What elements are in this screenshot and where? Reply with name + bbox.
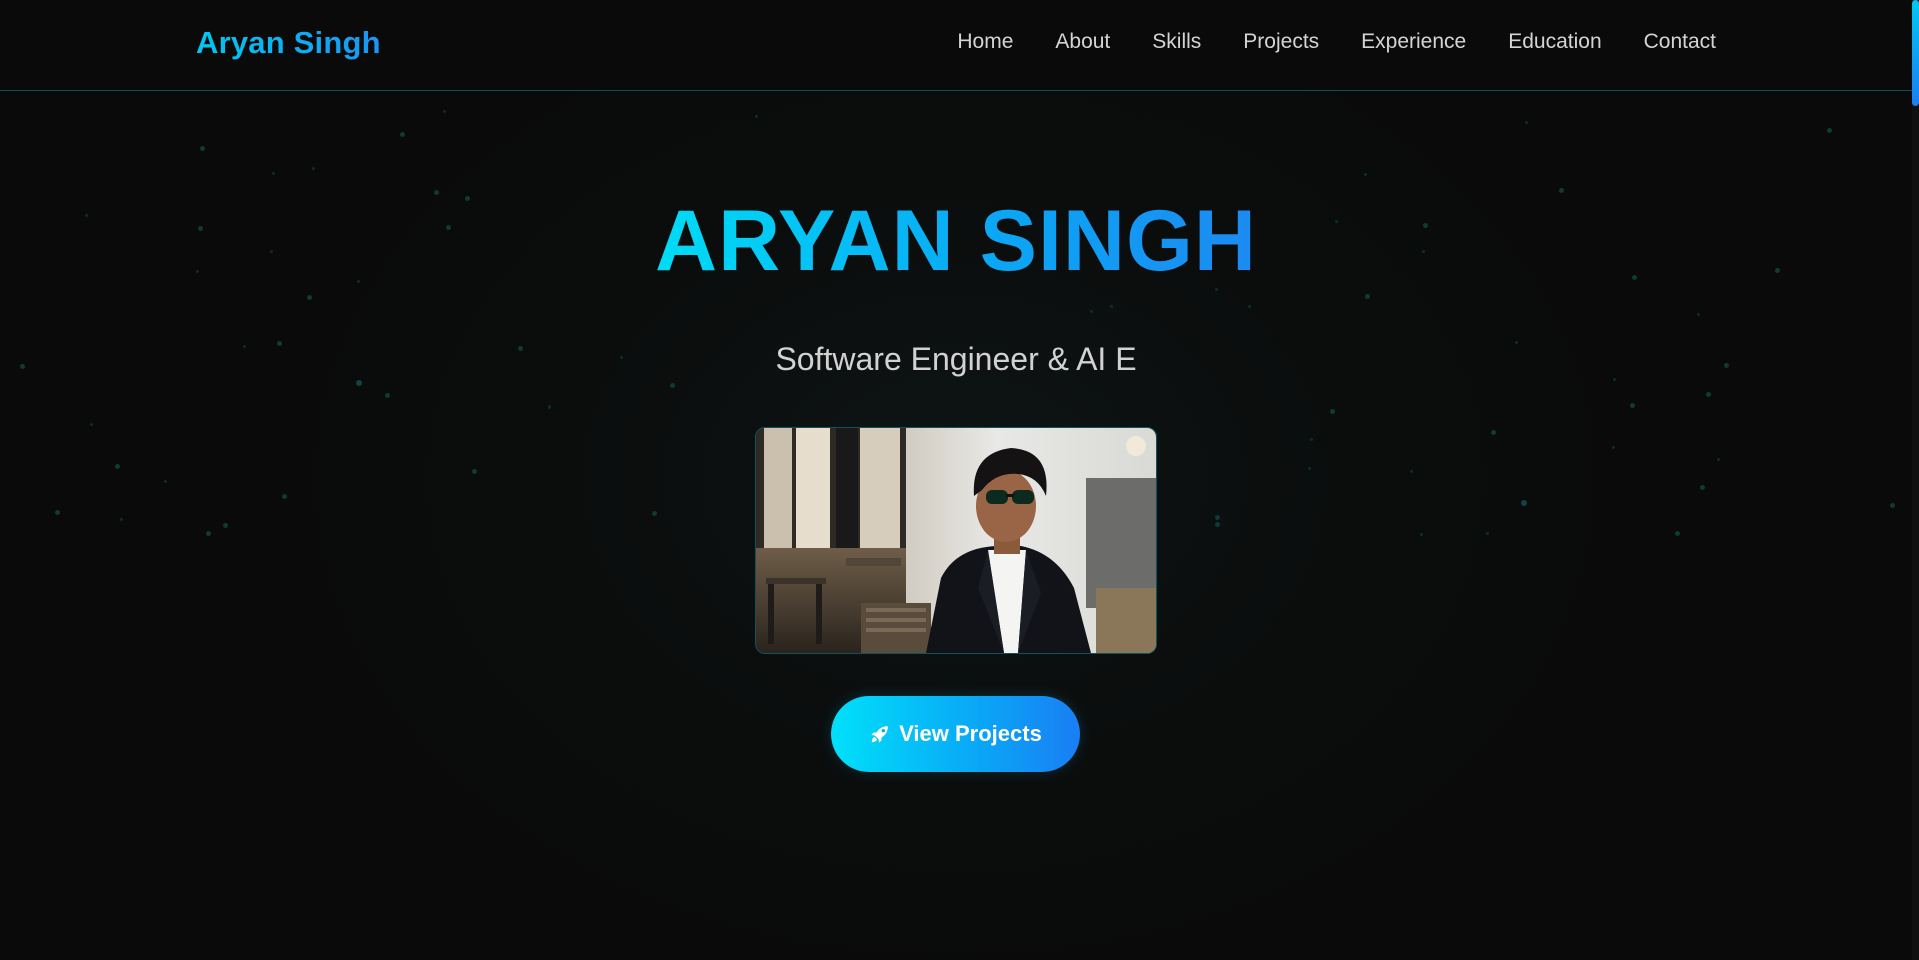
nav-link-education[interactable]: Education [1508, 30, 1601, 54]
hero-section: ARYAN SINGH Software Engineer & AI E Vie… [0, 90, 1912, 960]
nav-link-contact[interactable]: Contact [1644, 30, 1716, 54]
nav-link-skills[interactable]: Skills [1152, 30, 1201, 54]
page-scrollbar[interactable] [1912, 0, 1919, 960]
hero-title-text: ARYAN SINGH [655, 193, 1257, 289]
scrollbar-thumb[interactable] [1912, 0, 1919, 106]
top-navbar: Aryan Singh Home About Skills Projects E… [0, 0, 1912, 91]
nav-link-home[interactable]: Home [957, 30, 1013, 54]
view-projects-label: View Projects [899, 721, 1042, 746]
nav-links: Home About Skills Projects Experience Ed… [957, 30, 1716, 54]
nav-link-projects[interactable]: Projects [1243, 30, 1319, 54]
hero-title: ARYAN SINGH [0, 198, 1912, 284]
nav-link-experience[interactable]: Experience [1361, 30, 1466, 54]
nav-link-about[interactable]: About [1055, 30, 1110, 54]
rocket-icon [869, 723, 891, 745]
hero-subtitle: Software Engineer & AI E [775, 341, 1137, 377]
view-projects-button[interactable]: View Projects [831, 696, 1080, 772]
page: Aryan Singh Home About Skills Projects E… [0, 0, 1919, 960]
brand-logo[interactable]: Aryan Singh [196, 25, 381, 61]
profile-photo [755, 427, 1157, 654]
